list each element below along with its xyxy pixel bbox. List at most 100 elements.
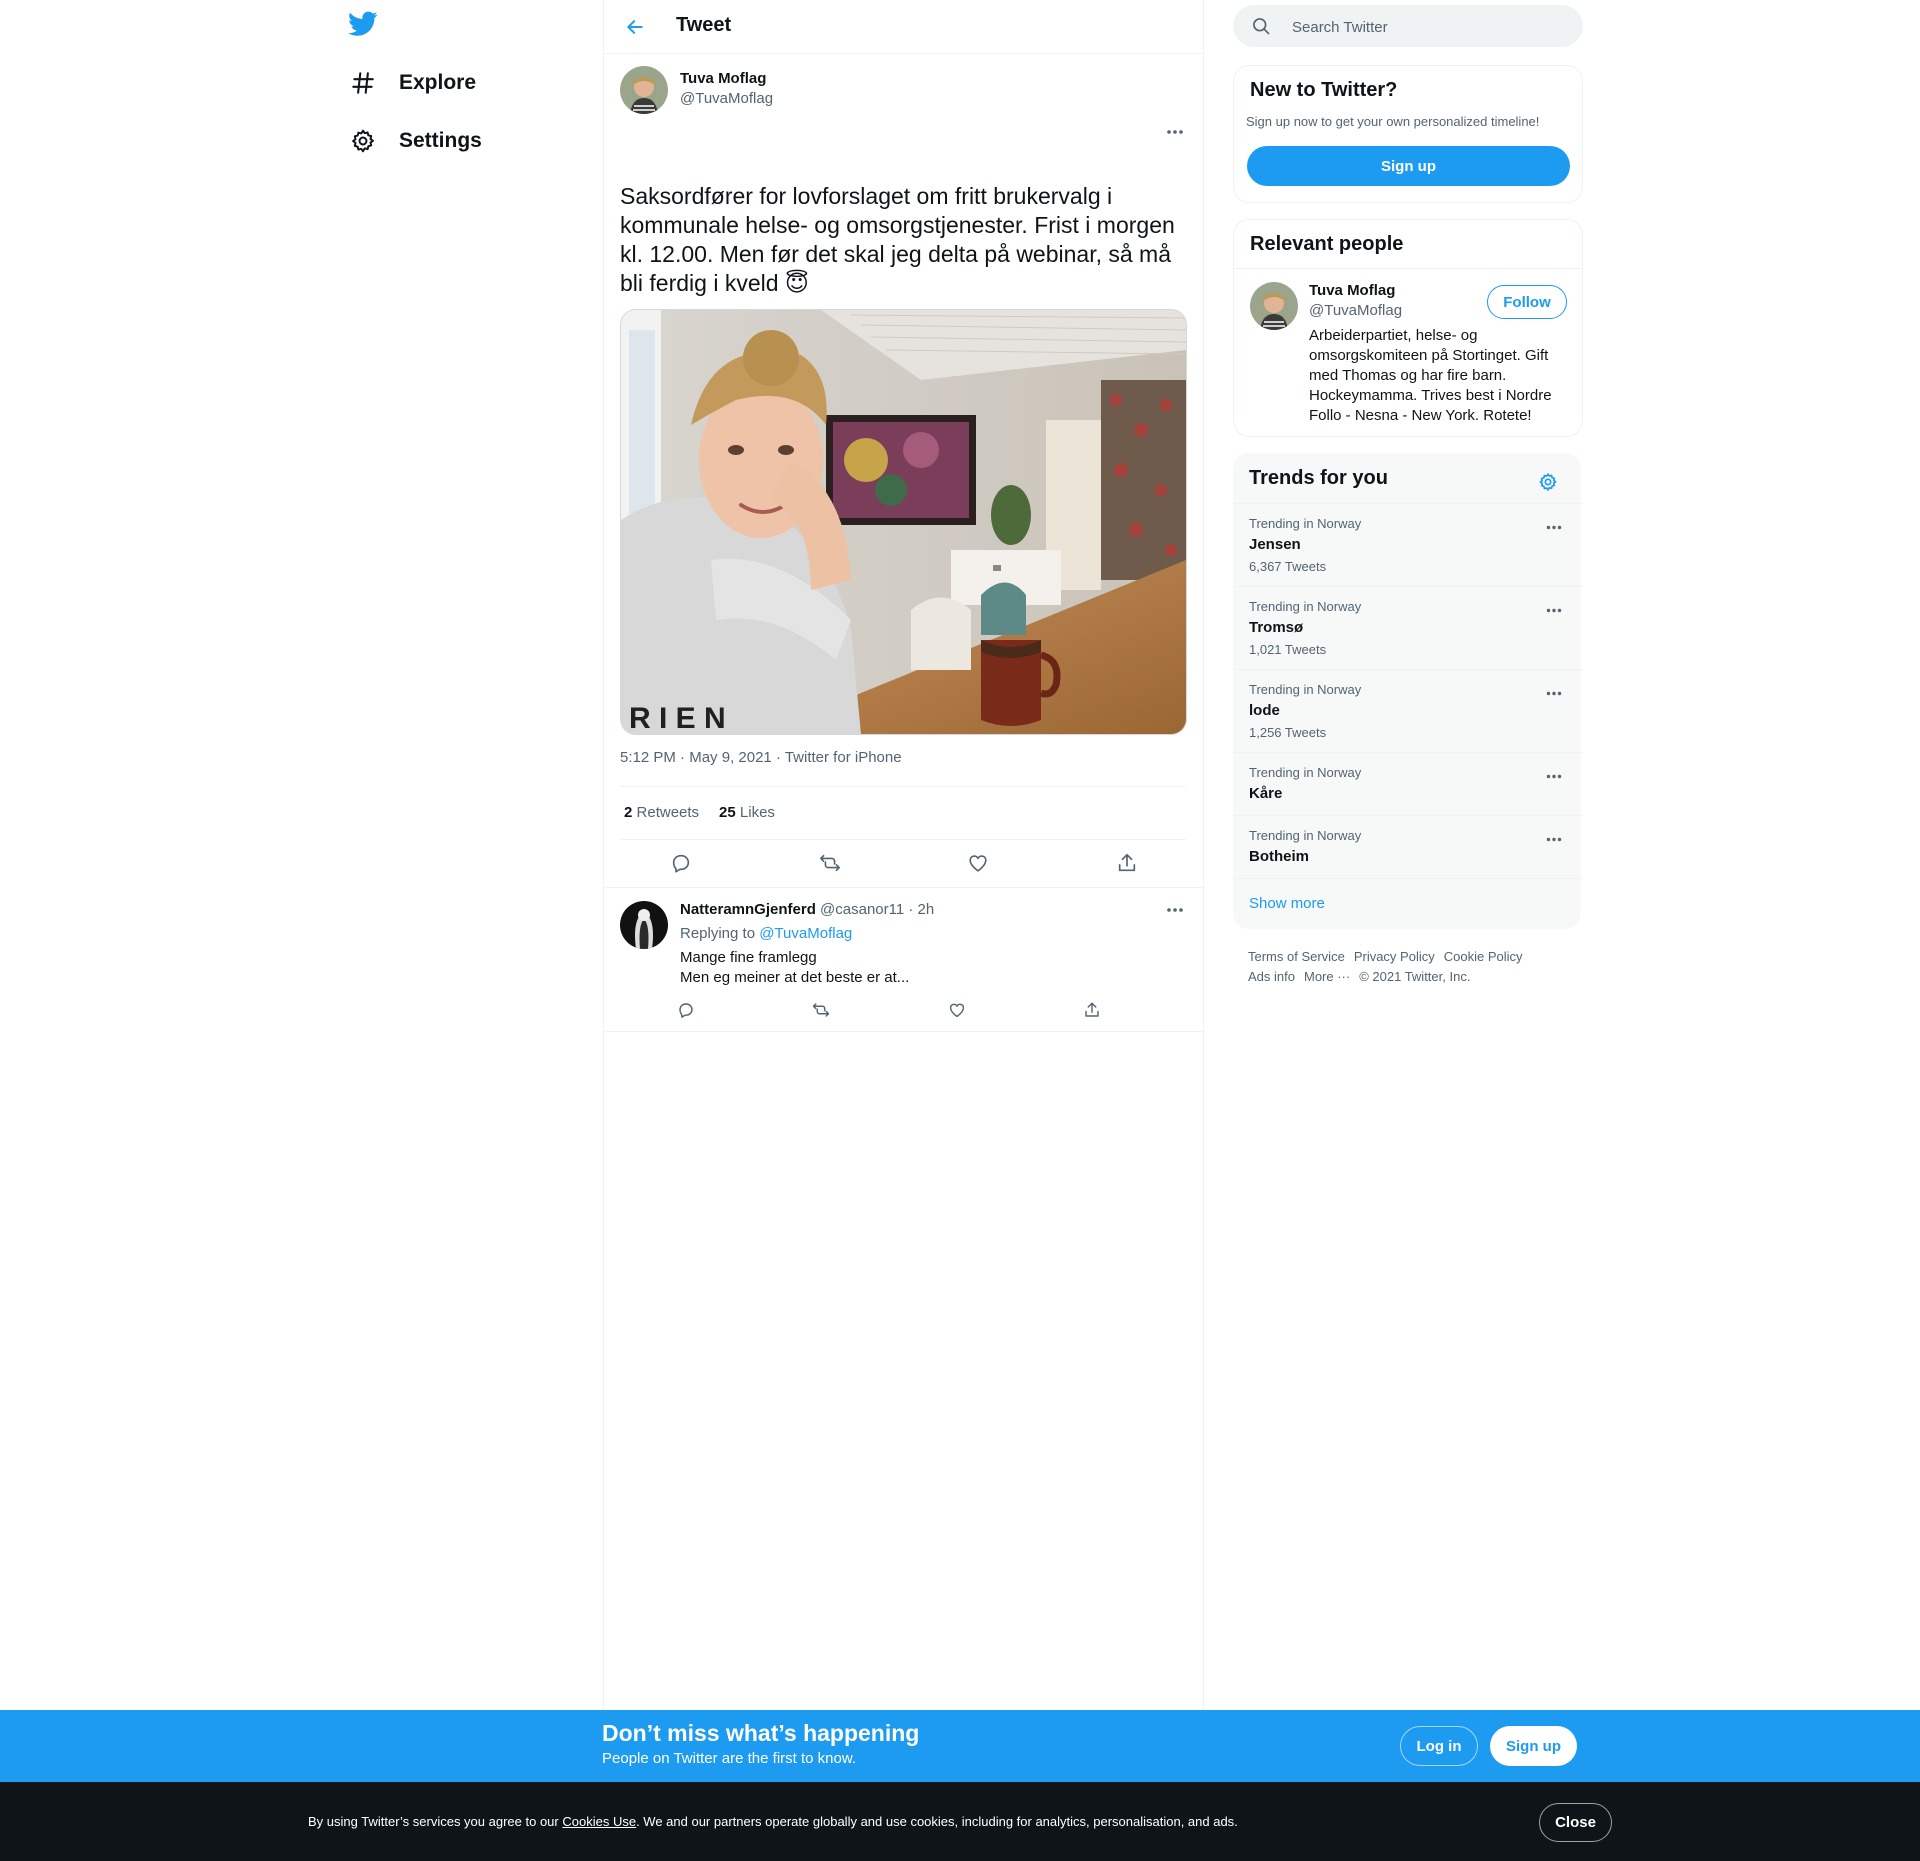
tweet-source[interactable]: Twitter for iPhone [785,749,902,766]
retweet-icon[interactable] [809,998,833,1022]
nav-item-explore[interactable]: Explore [345,58,476,108]
reply-tweet[interactable]: NatteramnGjenferd @casanor11 · 2h Replyi… [604,887,1203,1032]
reply-header: NatteramnGjenferd @casanor11 · 2h [680,901,934,918]
trends-card: Trends for you Trending in Norway Jensen… [1233,453,1583,929]
divider [1233,878,1583,880]
tweet-stats: 2 Retweets 25 Likes [624,804,775,821]
nav-label-settings: Settings [399,129,482,152]
footer-link-terms[interactable]: Terms of Service [1248,949,1345,964]
log-in-button[interactable]: Log in [1400,1726,1478,1766]
footer-link-ads-info[interactable]: Ads info [1248,969,1295,984]
reply-line-1: Mange fine framlegg [680,949,817,966]
nav-label-explore: Explore [399,71,477,94]
trend-name: Botheim [1249,848,1309,865]
likes-label: Likes [739,804,775,821]
sign-up-button[interactable]: Sign up [1247,146,1570,186]
replying-to-link[interactable]: @TuvaMoflag [759,925,852,942]
more-icon[interactable] [1539,516,1569,538]
more-icon[interactable] [1539,765,1569,787]
nav-item-settings[interactable]: Settings [345,116,482,166]
trend-item[interactable]: Trending in Norway Botheim [1233,815,1583,878]
tweet-date[interactable]: May 9, 2021 [689,749,772,766]
follow-button[interactable]: Follow [1487,285,1567,319]
more-icon[interactable] [1160,120,1190,144]
page-title: Tweet [676,14,732,36]
search-input[interactable] [1290,5,1564,49]
retweets-stat[interactable]: 2 Retweets [624,804,699,821]
like-icon[interactable] [945,998,969,1022]
new-to-twitter-title: New to Twitter? [1250,79,1398,101]
author-handle[interactable]: @TuvaMoflag [680,89,773,109]
trend-name: Kåre [1249,785,1283,802]
footer-link-privacy[interactable]: Privacy Policy [1354,949,1435,964]
tweet-photo[interactable]: R I E N [620,309,1187,735]
search-bar[interactable] [1233,5,1583,49]
reply-time[interactable]: · 2h [908,901,934,918]
search-icon [1251,16,1271,36]
relevant-people-card: Relevant people Tuva Moflag @TuvaMoflag … [1233,219,1583,437]
person-handle[interactable]: @TuvaMoflag [1309,302,1402,319]
reply-icon[interactable] [664,846,698,880]
show-more-link[interactable]: Show more [1249,895,1325,912]
trend-context: Trending in Norway [1249,516,1362,531]
person-name[interactable]: Tuva Moflag [1309,282,1395,299]
reply-text: Mange fine framlegg Men eg meiner at det… [680,948,909,988]
avatar[interactable] [1250,282,1298,330]
cookie-text-after: . We and our partners operate globally a… [636,1814,1238,1829]
author-name[interactable]: Tuva Moflag [680,69,773,89]
banner-sign-up-button[interactable]: Sign up [1490,1726,1577,1766]
trends-title: Trends for you [1249,467,1388,489]
cookie-consent-bar: By using Twitter’s services you agree to… [0,1782,1920,1861]
trend-context: Trending in Norway [1249,682,1362,697]
reply-author-handle[interactable]: @casanor11 [820,901,904,918]
tweet-author[interactable]: Tuva Moflag @TuvaMoflag [620,66,773,114]
banner-subtitle: People on Twitter are the first to know. [602,1750,857,1767]
trend-item[interactable]: Trending in Norway lode 1,256 Tweets [1233,669,1583,752]
footer: Terms of Service Privacy Policy Cookie Pol… [1248,947,1568,987]
reply-icon[interactable] [674,998,698,1022]
twitter-bird-icon[interactable] [348,11,382,41]
like-icon[interactable] [961,846,995,880]
divider [620,786,1186,787]
reply-actions [674,998,1104,1022]
footer-link-more[interactable]: More ··· [1304,969,1350,984]
more-icon[interactable] [1539,599,1569,621]
gear-icon[interactable] [1531,465,1565,499]
trend-context: Trending in Norway [1249,765,1362,780]
page-header: Tweet [604,0,1203,54]
likes-stat[interactable]: 25 Likes [719,804,775,821]
signup-banner: Don’t miss what’s happening People on Tw… [0,1710,1920,1782]
tweet-time[interactable]: 5:12 PM [620,749,676,766]
trend-count: 6,367 Tweets [1249,559,1327,574]
trend-item[interactable]: Trending in Norway Jensen 6,367 Tweets [1233,503,1583,586]
hashtag-icon [345,65,381,101]
tweet-actions [664,846,1144,880]
more-icon[interactable] [1160,898,1190,922]
trend-item[interactable]: Trending in Norway Tromsø 1,021 Tweets [1233,586,1583,669]
gear-icon [345,123,381,159]
avatar[interactable] [620,66,668,114]
trend-name: lode [1249,702,1280,719]
retweet-icon[interactable] [813,846,847,880]
cookie-text-before: By using Twitter’s services you agree to… [308,1814,563,1829]
retweets-label: Retweets [636,804,700,821]
replying-to: Replying to @TuvaMoflag [680,925,852,942]
trend-item[interactable]: Trending in Norway Kåre [1233,752,1583,815]
reply-author-name[interactable]: NatteramnGjenferd [680,901,816,918]
person-bio: Arbeiderpartiet, helse- og omsorgskomite… [1309,327,1552,424]
more-icon[interactable] [1539,828,1569,850]
avatar[interactable] [620,901,668,949]
back-arrow-icon[interactable] [620,12,650,42]
share-icon[interactable] [1110,846,1144,880]
footer-link-cookies[interactable]: Cookie Policy [1444,949,1523,964]
retweets-count: 2 [624,804,633,821]
likes-count: 25 [719,804,736,821]
reply-line-2: Men eg meiner at det beste er at... [680,969,910,986]
divider [1234,268,1582,269]
cookie-close-button[interactable]: Close [1539,1803,1612,1842]
share-icon[interactable] [1080,998,1104,1022]
cookies-use-link[interactable]: Cookies Use [562,1814,636,1829]
tweet-timestamp: 5:12 PM · May 9, 2021 · Twitter for iPho… [620,749,902,766]
more-icon[interactable] [1539,682,1569,704]
divider [620,839,1186,840]
